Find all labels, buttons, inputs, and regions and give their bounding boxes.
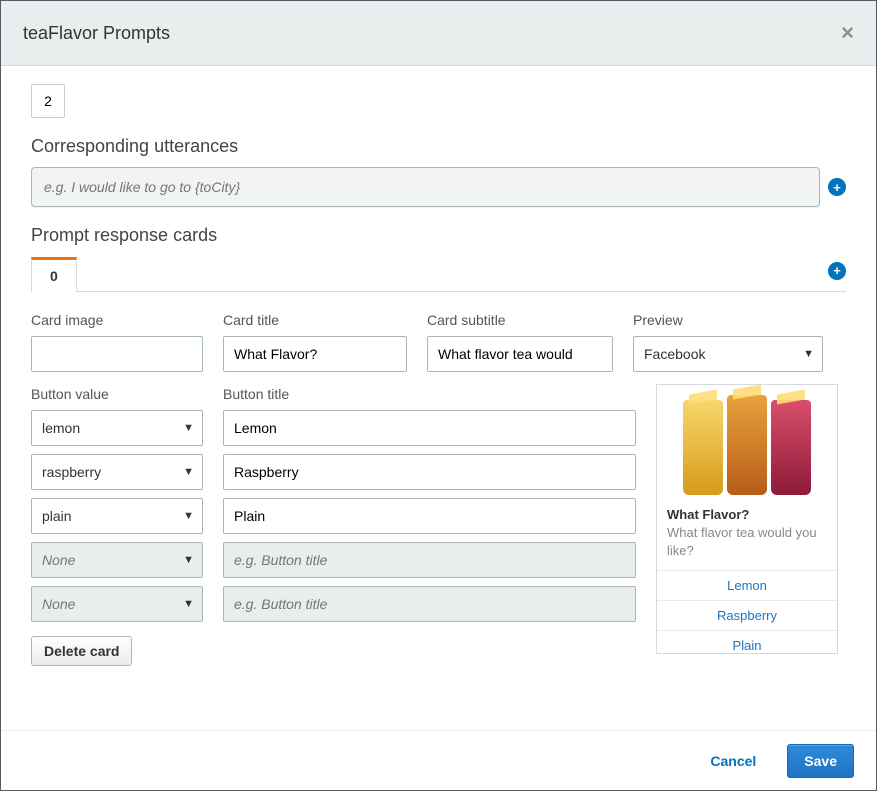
card-image-label: Card image [31,312,203,328]
card-fields-row2: Button value lemon▼ raspberry▼ plain▼ No… [31,386,846,666]
preview-card-title: What Flavor? [667,507,827,522]
button-value-2[interactable]: plain▼ [31,498,203,534]
add-utterance-icon[interactable]: + [828,178,846,196]
modal-header: teaFlavor Prompts × [1,1,876,66]
button-value-1[interactable]: raspberry▼ [31,454,203,490]
modal-dialog: teaFlavor Prompts × Maximum number of re… [0,0,877,791]
utterance-row: + [31,167,846,207]
tab-0[interactable]: 0 [31,257,77,292]
retries-input[interactable] [31,84,65,118]
button-title-2[interactable] [223,498,636,534]
card-subtitle-label: Card subtitle [427,312,613,328]
truncated-heading: Maximum number of retries [31,66,846,74]
button-title-3[interactable] [223,542,636,578]
button-title-list [223,410,636,622]
preview-option-1[interactable]: Raspberry [657,601,837,631]
button-value-label: Button value [31,386,203,402]
preview-card: What Flavor? What flavor tea would you l… [657,385,837,653]
tea-glass-icon [771,400,811,495]
preview-option-0[interactable]: Lemon [657,571,837,601]
preview-channel-value: Facebook [644,346,705,362]
add-card-icon[interactable]: + [828,262,846,280]
preview-channel-select[interactable]: Facebook ▼ [633,336,823,372]
button-title-1[interactable] [223,454,636,490]
tea-glass-icon [683,400,723,495]
caret-down-icon: ▼ [183,422,194,434]
caret-down-icon: ▼ [183,466,194,478]
tea-glass-icon [727,395,767,495]
button-value-4[interactable]: None▼ [31,586,203,622]
cancel-button[interactable]: Cancel [693,744,773,778]
preview-option-2[interactable]: Plain [657,631,837,653]
card-fields-row1: Card image Card title Card subtitle Prev… [31,312,846,372]
preview-box: What Flavor? What flavor tea would you l… [656,384,838,654]
card-title-input[interactable] [223,336,407,372]
response-cards-heading: Prompt response cards [31,225,846,246]
utterance-input[interactable] [31,167,820,207]
modal-footer: Cancel Save [1,730,876,790]
card-image-input[interactable] [31,336,203,372]
close-icon[interactable]: × [841,20,854,46]
modal-title: teaFlavor Prompts [23,23,170,44]
preview-options: Lemon Raspberry Plain [657,570,837,653]
save-button[interactable]: Save [787,744,854,778]
modal-scroll[interactable]: Maximum number of retries Corresponding … [1,66,876,730]
preview-image [657,385,837,497]
delete-card-button[interactable]: Delete card [31,636,132,666]
button-value-0[interactable]: lemon▼ [31,410,203,446]
card-title-label: Card title [223,312,407,328]
preview-card-subtitle: What flavor tea would you like? [667,524,827,560]
button-title-4[interactable] [223,586,636,622]
button-value-list: lemon▼ raspberry▼ plain▼ None▼ None▼ [31,410,203,622]
card-subtitle-input[interactable] [427,336,613,372]
preview-scroll[interactable]: What Flavor? What flavor tea would you l… [657,385,837,653]
button-title-label: Button title [223,386,636,402]
retries-row [31,84,846,118]
caret-down-icon: ▼ [183,554,194,566]
button-value-3[interactable]: None▼ [31,542,203,578]
caret-down-icon: ▼ [183,510,194,522]
utterances-heading: Corresponding utterances [31,136,846,157]
caret-down-icon: ▼ [183,598,194,610]
preview-label: Preview [633,312,823,328]
modal-body: Maximum number of retries Corresponding … [1,66,876,730]
button-title-0[interactable] [223,410,636,446]
caret-down-icon: ▼ [803,348,814,360]
card-tabs: 0 + [31,256,846,292]
